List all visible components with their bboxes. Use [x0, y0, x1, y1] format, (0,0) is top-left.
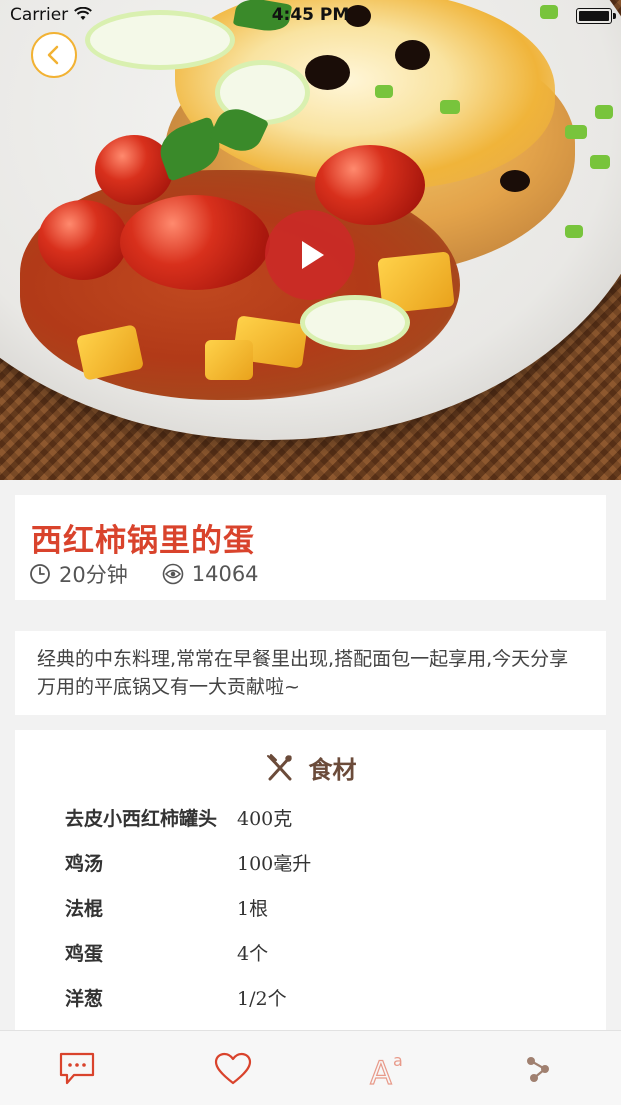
recipe-meta: 20分钟 14064 [29, 559, 293, 589]
balsamic-drop [500, 170, 530, 192]
scallion-bit [590, 155, 610, 169]
play-video-button[interactable] [265, 210, 355, 300]
recipe-title: 西红柿锅里的蛋 [31, 523, 255, 559]
cook-duration: 20分钟 [59, 563, 128, 587]
ingredients-card: 食材 去皮小西红柿罐头 400克 鸡汤 100毫升 法棍 1根 鸡蛋 4个 洋葱… [15, 730, 606, 1030]
battery-icon [576, 8, 616, 24]
status-bar: Carrier 4:45 PM [0, 0, 621, 32]
ingredient-name: 法棍 [65, 898, 104, 920]
onion-slice [300, 295, 410, 350]
comment-icon [59, 1052, 95, 1085]
ingredient-qty: 1根 [237, 898, 269, 920]
ingredient-name: 去皮小西红柿罐头 [65, 808, 218, 830]
eye-icon [162, 563, 184, 585]
clock-icon [30, 564, 50, 584]
views-group: 14064 [162, 562, 259, 586]
duration-group: 20分钟 [29, 559, 128, 589]
font-size-icon: A a [369, 1051, 403, 1088]
recipe-description: 经典的中东料理,常常在早餐里出现,搭配面包一起享用,今天分享万用的平底锅又有一大… [37, 648, 569, 698]
bottom-tab-bar: A a [0, 1030, 621, 1105]
scallion-bit [565, 125, 587, 139]
scallion-bit [595, 105, 613, 119]
potato-cube [205, 340, 253, 380]
back-button[interactable] [31, 32, 77, 78]
ingredient-row: 去皮小西红柿罐头 400克 [65, 804, 292, 831]
cherry-tomato [315, 145, 425, 225]
chevron-left-icon [47, 45, 59, 65]
utensils-icon [266, 753, 292, 780]
ingredient-row: 洋葱 1/2个 [65, 984, 287, 1011]
share-icon [527, 1057, 549, 1082]
scallion-bit [375, 85, 393, 98]
ingredient-qty: 100毫升 [237, 853, 312, 875]
share-button[interactable] [518, 1049, 558, 1089]
ingredient-row: 鸡蛋 4个 [65, 939, 268, 966]
cherry-tomato [38, 200, 128, 280]
font-icon-large-letter: A [370, 1054, 392, 1088]
clock: 4:45 PM [271, 5, 350, 25]
cherry-tomato [120, 195, 270, 290]
ingredient-name: 洋葱 [65, 988, 104, 1010]
font-icon-small-letter: a [393, 1051, 403, 1070]
scallion-bit [565, 225, 583, 238]
ingredient-qty: 1/2个 [237, 988, 287, 1010]
play-icon [302, 241, 324, 269]
favorite-button[interactable] [213, 1049, 253, 1089]
font-size-button[interactable]: A a [368, 1049, 408, 1089]
view-count: 14064 [191, 562, 259, 586]
recipe-description-card: 经典的中东料理,常常在早餐里出现,搭配面包一起享用,今天分享万用的平底锅又有一大… [15, 631, 606, 715]
heart-icon [214, 1052, 252, 1085]
recipe-title-card: 西红柿锅里的蛋 20分钟 14064 [15, 495, 606, 600]
ingredients-header: 食材 [15, 750, 606, 785]
ingredient-name: 鸡蛋 [65, 943, 104, 965]
ingredient-qty: 4个 [237, 943, 269, 965]
ingredient-name: 鸡汤 [65, 853, 104, 875]
balsamic-drop [305, 55, 350, 90]
scallion-bit [440, 100, 460, 114]
comment-button[interactable] [57, 1049, 97, 1089]
ingredient-qty: 400克 [237, 808, 293, 830]
ingredients-title: 食材 [308, 756, 357, 784]
ingredient-row: 法棍 1根 [65, 894, 268, 921]
ingredient-row: 鸡汤 100毫升 [65, 849, 311, 876]
balsamic-drop [395, 40, 430, 70]
